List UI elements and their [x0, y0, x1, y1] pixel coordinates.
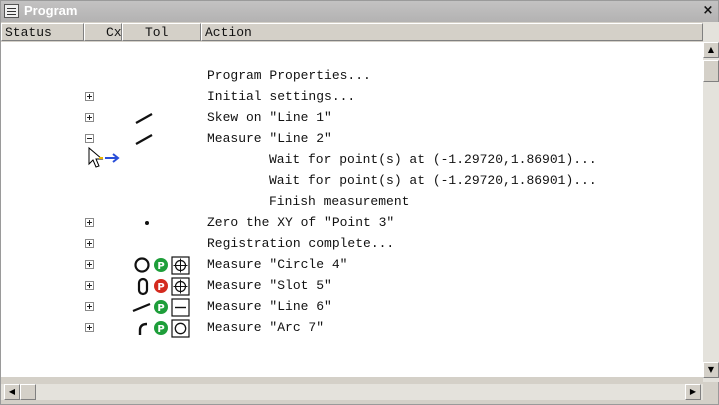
- expand-icon[interactable]: [85, 92, 94, 101]
- scroll-thumb-horizontal[interactable]: [20, 384, 36, 400]
- list-item[interactable]: P Measure "Circle 4": [1, 255, 703, 276]
- column-tol[interactable]: Tol: [122, 23, 201, 41]
- action-text: Initial settings...: [207, 89, 356, 104]
- action-text: Finish measurement: [269, 194, 410, 209]
- program-window: Program × Status Cx Tol Action Program P…: [0, 0, 719, 405]
- straightness-tolerance-icon: [171, 298, 190, 317]
- expand-icon[interactable]: [85, 218, 94, 227]
- position-tolerance-icon: [171, 256, 190, 275]
- line-feature-icon: [132, 302, 151, 313]
- action-text: Registration complete...: [207, 236, 395, 251]
- action-text: Measure "Slot 5": [207, 278, 332, 293]
- list-item[interactable]: Program Properties...: [1, 66, 703, 87]
- action-text: Wait for point(s) at (-1.29720,1.86901).…: [269, 173, 597, 188]
- list-item[interactable]: Initial settings...: [1, 87, 703, 108]
- line-feature-icon: [135, 113, 153, 124]
- list-item[interactable]: Zero the XY of "Point 3": [1, 213, 703, 234]
- svg-text:P: P: [157, 303, 164, 314]
- action-text: Skew on "Line 1": [207, 110, 332, 125]
- scroll-up-button[interactable]: ▲: [703, 42, 719, 58]
- expand-icon[interactable]: [85, 239, 94, 248]
- program-list-icon: [4, 4, 19, 18]
- list-item[interactable]: P Measure "Slot 5": [1, 276, 703, 297]
- svg-text:P: P: [157, 282, 164, 293]
- action-text: Measure "Line 6": [207, 299, 332, 314]
- scroll-thumb[interactable]: [703, 60, 719, 82]
- point-feature-icon: [145, 221, 149, 225]
- list-item[interactable]: P Measure "Arc 7": [1, 318, 703, 339]
- svg-text:P: P: [157, 324, 164, 335]
- list-item[interactable]: Wait for point(s) at (-1.29720,1.86901).…: [1, 171, 703, 192]
- circle-feature-icon: [134, 257, 150, 273]
- list-item[interactable]: Finish measurement: [1, 192, 703, 213]
- svg-text:P: P: [157, 261, 164, 272]
- expand-icon[interactable]: [85, 260, 94, 269]
- column-status[interactable]: Status: [1, 23, 84, 41]
- list-item[interactable]: Skew on "Line 1": [1, 108, 703, 129]
- status-badge: P: [154, 300, 168, 314]
- vertical-scrollbar[interactable]: ▲ ▼: [703, 22, 719, 382]
- close-button[interactable]: ×: [699, 2, 717, 20]
- program-list: Program Properties... Initial settings..…: [1, 42, 703, 377]
- expand-icon[interactable]: [85, 113, 94, 122]
- collapse-icon[interactable]: [85, 134, 94, 143]
- expand-icon[interactable]: [85, 281, 94, 290]
- scroll-left-button[interactable]: ◀: [4, 384, 20, 400]
- action-text: Measure "Circle 4": [207, 257, 348, 272]
- action-text: Wait for point(s) at (-1.29720,1.86901).…: [269, 152, 597, 167]
- column-action[interactable]: Action: [201, 23, 703, 41]
- current-step-arrow-icon: [99, 153, 120, 163]
- column-header: Status Cx Tol Action: [1, 22, 703, 42]
- arc-feature-icon: [138, 322, 148, 335]
- action-text: Program Properties...: [207, 68, 371, 83]
- scroll-right-button[interactable]: ▶: [685, 384, 701, 400]
- scroll-down-button[interactable]: ▼: [703, 362, 719, 378]
- column-cx[interactable]: Cx: [84, 23, 122, 41]
- action-text: Measure "Arc 7": [207, 320, 325, 335]
- list-item[interactable]: Measure "Line 2": [1, 129, 703, 150]
- action-text: Measure "Line 2": [207, 131, 332, 146]
- list-item[interactable]: Registration complete...: [1, 234, 703, 255]
- expand-icon[interactable]: [85, 323, 94, 332]
- status-badge: P: [154, 258, 168, 272]
- circularity-tolerance-icon: [171, 319, 190, 338]
- status-badge: P: [154, 321, 168, 335]
- list-item[interactable]: P Measure "Line 6": [1, 297, 703, 318]
- window-title: Program: [24, 3, 78, 18]
- status-badge: P: [154, 279, 168, 293]
- line-feature-icon: [135, 134, 153, 145]
- action-text: Zero the XY of "Point 3": [207, 215, 395, 230]
- position-tolerance-icon: [171, 277, 190, 296]
- horizontal-scrollbar[interactable]: ◀ ▶: [1, 384, 703, 400]
- title-bar[interactable]: Program ×: [1, 1, 718, 22]
- expand-icon[interactable]: [85, 302, 94, 311]
- slot-feature-icon: [137, 277, 149, 296]
